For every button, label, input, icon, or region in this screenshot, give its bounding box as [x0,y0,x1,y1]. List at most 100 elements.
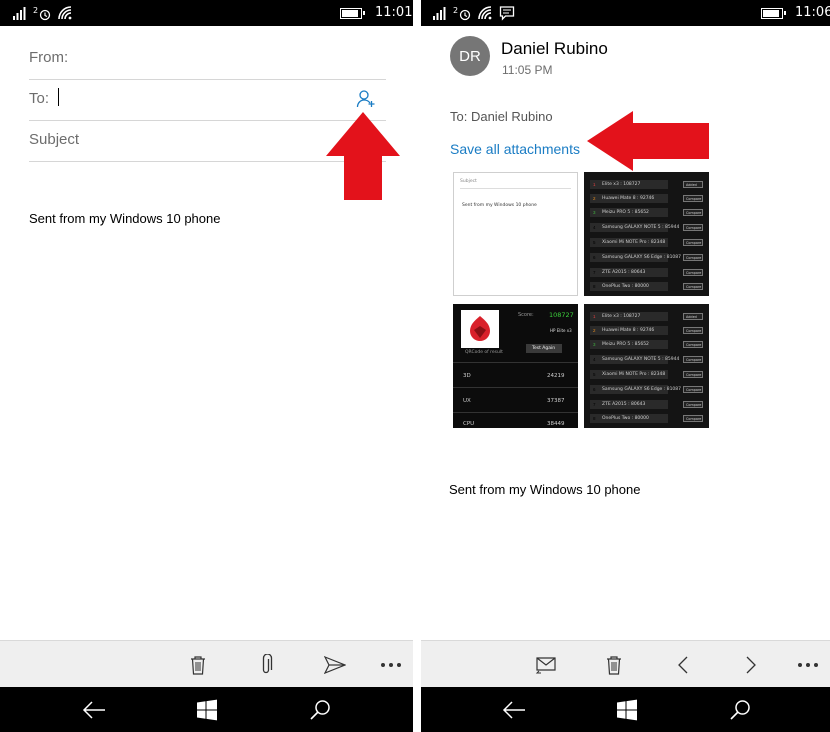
trash-icon [607,656,621,675]
rank-row: 4 Samsung GALAXY NOTE 5 : 85944 [590,355,679,364]
wifi-icon [58,6,72,20]
compare-button: Compare [683,401,703,408]
compare-button: Compare [683,371,703,378]
sender-name[interactable]: Daniel Rubino [501,39,608,59]
start-button[interactable] [614,697,640,723]
battery-icon [340,8,365,19]
search-button[interactable] [727,697,753,723]
windows-logo-icon [617,699,637,721]
red-arrow-up [326,112,400,200]
svg-text:2: 2 [453,6,458,15]
message-time: 11:05 PM [502,63,553,77]
thumb-signature: Sent from my Windows 10 phone [462,203,537,208]
battery-icon [761,8,786,19]
compare-button: Compare [683,269,703,276]
delete-button[interactable] [602,653,626,677]
to-label: To: [29,90,50,107]
message-notification-icon [499,6,515,21]
compare-button: Compare [683,415,703,422]
more-button[interactable] [379,653,403,677]
chevron-right-icon [746,656,756,674]
rank-row: 6 Samsung GALAXY S6 Edge : 81087 [590,253,681,262]
rank-row: 6 Samsung GALAXY S6 Edge : 81087 [590,385,681,394]
more-dots-icon [798,663,818,667]
attachment-thumbnail-ranking-1[interactable]: 1 Elite x3 : 108727 Added 2 Huawei Mate 8 … [584,172,709,296]
signal-strength-icon [433,7,446,20]
attachment-thumbnail-email[interactable]: Subject Sent from my Windows 10 phone [453,172,578,296]
rank-row: 4 Samsung GALAXY NOTE 5 : 85944 [590,223,679,232]
message-app-bar [421,640,830,687]
compare-button: Compare [683,341,703,348]
status-bar: 2 11:01 [0,0,413,26]
compare-button: Compare [683,386,703,393]
back-button[interactable] [81,697,107,723]
more-dots-icon [381,663,401,667]
sim-alarm-icon: 2 [453,6,471,21]
score-row: 3D 24219 [453,362,578,386]
from-field[interactable]: From: [29,38,386,80]
start-button[interactable] [194,697,220,723]
compare-button: Compare [683,224,703,231]
send-icon [324,656,346,674]
rank-row: 8 OnePlus Two : 80000 [590,282,668,291]
text-cursor [58,88,59,106]
thumb-subject: Subject [460,179,477,184]
compare-button: Compare [683,195,703,202]
red-arrow-left [587,111,709,171]
antutu-fire-logo-icon [470,316,490,341]
signal-strength-icon [13,7,26,20]
from-label: From: [29,49,69,66]
windows-logo-icon [197,699,217,721]
test-again-button: Test Again [526,344,562,353]
reply-envelope-icon [535,657,556,674]
sender-avatar[interactable]: DR [450,36,490,76]
search-icon [310,700,330,720]
score-row: CPU 38449 [453,412,578,428]
rank-row: 3 Meizu PRO 5 : 85652 [590,340,668,349]
add-contact-icon[interactable] [356,89,376,109]
rank-row: 5 Xiaomi Mi NOTE Pro : 82348 [590,370,668,379]
recipients-line: To: Daniel Rubino [450,109,553,124]
reply-button[interactable] [534,653,558,677]
rank-row: 5 Xiaomi Mi NOTE Pro : 82348 [590,238,668,247]
score-value: 108727 [549,311,574,319]
score-label: Score: [518,312,534,318]
more-button[interactable] [796,653,820,677]
rank-row: 7 ZTE A2015 : 80643 [590,268,668,277]
delete-button[interactable] [186,653,210,677]
device-name: HP Elite x3 [550,328,572,333]
status-time: 11:06 [795,5,830,20]
next-button[interactable] [739,653,763,677]
rank-row: 8 OnePlus Two : 80000 [590,414,668,423]
rank-row: 2 Huawei Mate 8 : 92746 [590,326,668,335]
antutu-logo [461,310,499,348]
compare-button: Added [683,313,703,320]
message-body: Sent from my Windows 10 phone [449,482,641,497]
rank-row: 7 ZTE A2015 : 80643 [590,400,668,409]
rank-row: 1 Elite x3 : 108727 [590,312,668,321]
back-button[interactable] [501,697,527,723]
search-button[interactable] [307,697,333,723]
compare-button: Compare [683,327,703,334]
attachment-thumbnail-ranking-2[interactable]: 1 Elite x3 : 108727 Added 2 Huawei Mate 8 … [584,304,709,428]
status-time: 11:01 [375,5,413,20]
compare-button: Compare [683,239,703,246]
system-nav-bar [421,687,830,732]
attach-button[interactable] [254,653,278,677]
save-all-attachments-link[interactable]: Save all attachments [450,141,580,157]
qr-caption: QRCode of result [465,350,503,355]
rank-row: 3 Meizu PRO 5 : 85652 [590,208,668,217]
paperclip-icon [262,654,273,674]
subject-placeholder: Subject [29,131,80,148]
compare-button: Added [683,181,703,188]
attachment-thumbnail-antutu[interactable]: QRCode of result Score: 108727 HP Elite … [453,304,578,428]
wifi-icon [478,6,492,20]
send-button[interactable] [323,653,347,677]
compose-app-bar [0,640,413,687]
message-body[interactable]: Sent from my Windows 10 phone [29,211,220,226]
compare-button: Compare [683,209,703,216]
previous-button[interactable] [671,653,695,677]
status-bar: 2 11:06 [421,0,830,26]
rank-row: 2 Huawei Mate 8 : 92746 [590,194,668,203]
message-screen: 2 11:06 DR Daniel Rubino 11:05 PM To: Da… [421,0,830,732]
